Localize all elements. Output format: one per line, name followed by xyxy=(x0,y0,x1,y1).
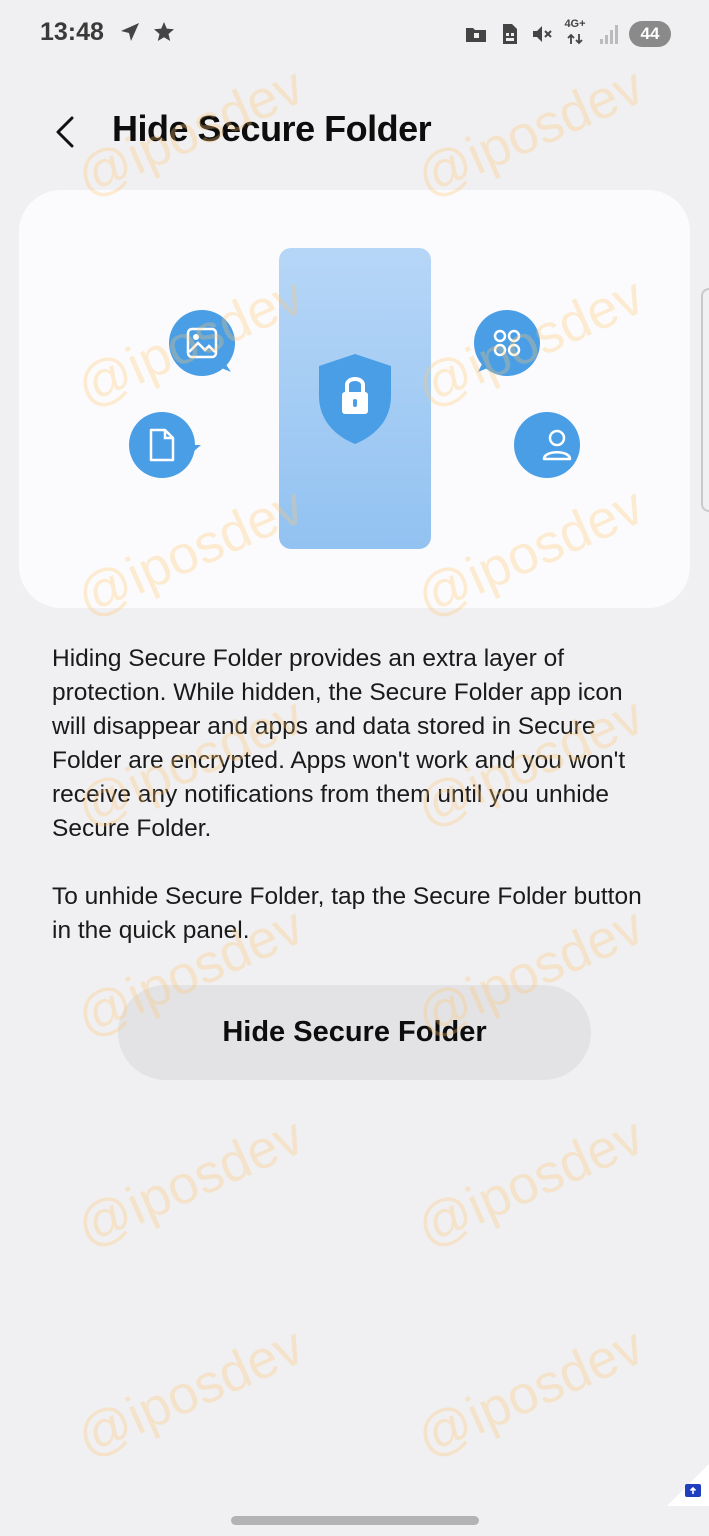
description-paragraph-1: Hiding Secure Folder provides an extra l… xyxy=(52,645,626,842)
document-bubble xyxy=(129,412,201,478)
status-right-icons: 4G+ 44 xyxy=(464,19,671,49)
back-button[interactable] xyxy=(48,110,84,154)
person-bubble xyxy=(514,412,580,478)
apps-grid-icon xyxy=(478,329,521,372)
status-bar: 13:48 4G+ 44 xyxy=(0,0,709,68)
folder-icon xyxy=(466,28,486,42)
star-icon xyxy=(154,22,174,41)
description: Hiding Secure Folder provides an extra l… xyxy=(52,642,662,982)
illustration-card xyxy=(19,190,690,608)
data-arrows-icon xyxy=(567,33,583,45)
navigation-icon xyxy=(121,23,139,41)
apps-bubble xyxy=(474,310,540,376)
network-indicator: 4G+ xyxy=(563,19,587,49)
hide-secure-folder-button[interactable]: Hide Secure Folder xyxy=(118,985,591,1080)
image-icon xyxy=(186,327,231,372)
battery-indicator: 44 xyxy=(629,21,671,47)
corner-badge-icon xyxy=(667,1464,709,1506)
watermark: @iposdev xyxy=(67,1105,313,1259)
mute-icon xyxy=(533,26,552,42)
status-time: 13:48 xyxy=(40,18,104,46)
sim-icon xyxy=(503,24,517,44)
home-indicator[interactable] xyxy=(231,1516,479,1525)
watermark: @iposdev xyxy=(407,1105,653,1259)
network-label: 4G+ xyxy=(564,18,586,30)
image-bubble xyxy=(169,310,235,376)
status-left-icons xyxy=(118,20,176,44)
watermark: @iposdev xyxy=(407,1315,653,1469)
page-title: Hide Secure Folder xyxy=(112,108,432,149)
document-icon xyxy=(149,428,201,462)
scroll-indicator[interactable] xyxy=(701,288,709,512)
shield-lock-icon xyxy=(319,354,391,444)
signal-icon xyxy=(600,25,618,44)
watermark: @iposdev xyxy=(67,1315,313,1469)
app-header: Hide Secure Folder xyxy=(0,100,709,164)
description-paragraph-2: To unhide Secure Folder, tap the Secure … xyxy=(52,883,642,944)
person-icon xyxy=(516,429,572,461)
